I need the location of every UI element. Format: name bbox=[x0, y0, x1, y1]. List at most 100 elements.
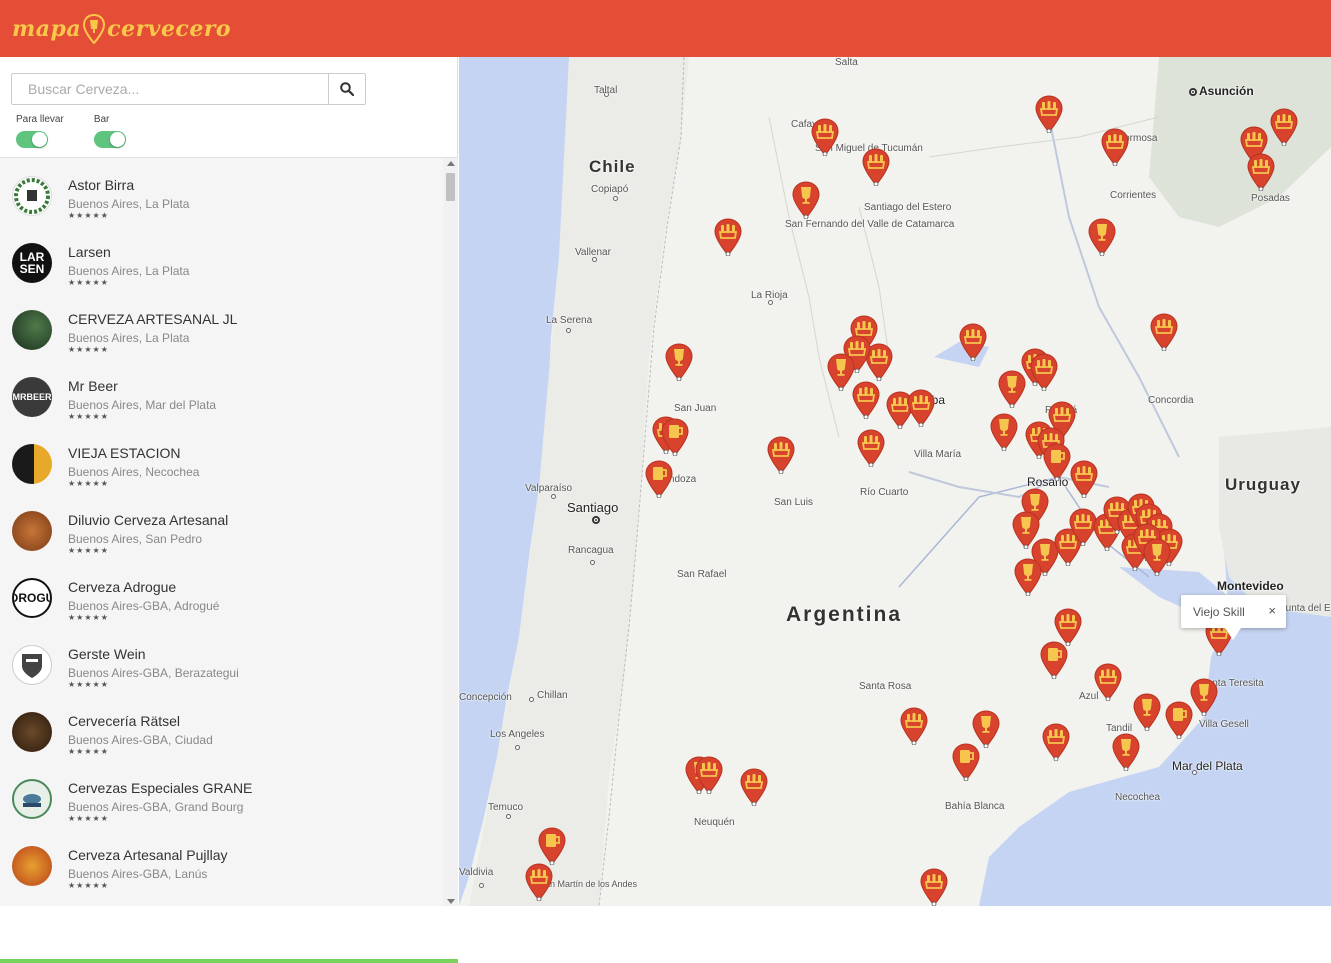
map-label-montevideo: Montevideo bbox=[1217, 579, 1284, 593]
map-label-uruguay: Uruguay bbox=[1225, 475, 1301, 494]
map-marker-beer-mug-icon[interactable] bbox=[645, 460, 673, 498]
map-marker-beer-crate-icon[interactable] bbox=[907, 389, 935, 427]
map-marker-beer-crate-icon[interactable] bbox=[811, 118, 839, 156]
map-marker-beer-glass-icon[interactable] bbox=[827, 353, 855, 391]
map-marker-beer-glass-icon[interactable] bbox=[998, 370, 1026, 408]
map-marker-beer-glass-icon[interactable] bbox=[1112, 733, 1140, 771]
brewery-list-item[interactable]: Astor Birra Buenos Aires, La Plata ★★★★★ bbox=[0, 158, 443, 225]
scroll-thumb[interactable] bbox=[446, 173, 455, 201]
map-marker-beer-crate-icon[interactable] bbox=[1150, 313, 1178, 351]
map-base bbox=[459, 57, 1331, 906]
brewery-avatar: DROGU bbox=[12, 578, 52, 618]
scroll-up-arrow-icon[interactable] bbox=[447, 161, 455, 166]
brewery-list-item[interactable]: MRBEER Mr Beer Buenos Aires, Mar del Pla… bbox=[0, 359, 443, 426]
rating-stars: ★★★★★ bbox=[68, 680, 109, 689]
map-marker-beer-crate-icon[interactable] bbox=[920, 868, 948, 906]
map-marker-beer-mug-icon[interactable] bbox=[661, 418, 689, 456]
map-label-bahia-blanca: Bahía Blanca bbox=[945, 801, 1005, 812]
brewery-list-item[interactable]: LAR SEN Larsen Buenos Aires, La Plata ★★… bbox=[0, 225, 443, 292]
map-marker-beer-crate-icon[interactable] bbox=[525, 863, 553, 901]
popup-close-button[interactable]: × bbox=[1268, 603, 1276, 618]
search-button[interactable] bbox=[328, 73, 366, 105]
brewery-list-item[interactable]: Cervecería Rätsel Buenos Aires-GBA, Ciud… bbox=[0, 694, 443, 761]
avatar-text: MRBEER bbox=[12, 392, 52, 402]
map-marker-beer-crate-icon[interactable] bbox=[852, 381, 880, 419]
map-marker-beer-crate-icon[interactable] bbox=[740, 768, 768, 806]
brewery-list-item[interactable]: Cervezas Especiales GRANE Buenos Aires-G… bbox=[0, 761, 443, 828]
map-marker-beer-glass-icon[interactable] bbox=[1190, 678, 1218, 716]
map-marker-beer-glass-icon[interactable] bbox=[665, 343, 693, 381]
map-marker-beer-crate-icon[interactable] bbox=[1035, 95, 1063, 133]
brewery-list-item[interactable]: Cerveza Artesanal Pujllay Buenos Aires-G… bbox=[0, 828, 443, 895]
brewery-list-item[interactable]: Diluvio Cerveza Artesanal Buenos Aires, … bbox=[0, 493, 443, 560]
brewery-list-item[interactable]: DROGU Cerveza Adrogue Buenos Aires-GBA, … bbox=[0, 560, 443, 627]
map-marker-beer-crate-icon[interactable] bbox=[1094, 663, 1122, 701]
filter-bar: Bar bbox=[93, 114, 126, 148]
map-label-villa-maria: Villa María bbox=[914, 449, 962, 460]
map-marker-beer-crate-icon[interactable] bbox=[714, 218, 742, 256]
search-icon bbox=[340, 82, 354, 96]
map-marker-beer-crate-icon[interactable] bbox=[959, 323, 987, 361]
brewery-avatar: LAR SEN bbox=[12, 243, 52, 283]
toggle-bar[interactable] bbox=[93, 131, 126, 148]
avatar-text: DROGU bbox=[14, 591, 52, 605]
brewery-location: Buenos Aires-GBA, Adrogué bbox=[68, 599, 220, 613]
list-scrollbar[interactable] bbox=[443, 158, 458, 906]
map-marker-beer-crate-icon[interactable] bbox=[1042, 723, 1070, 761]
map-label-mar-del-plata: Mar del Plata bbox=[1172, 759, 1243, 773]
map-marker-beer-mug-icon[interactable] bbox=[952, 743, 980, 781]
map-marker-beer-crate-icon[interactable] bbox=[767, 436, 795, 474]
rating-stars: ★★★★★ bbox=[68, 881, 109, 890]
map-dot-valdivia bbox=[479, 883, 484, 888]
map-info-popup: Viejo Skill × bbox=[1181, 595, 1286, 640]
map-marker-beer-crate-icon[interactable] bbox=[1030, 353, 1058, 391]
brewery-name: VIEJA ESTACION bbox=[68, 445, 181, 461]
map-marker-beer-mug-icon[interactable] bbox=[538, 827, 566, 865]
map-marker-beer-crate-icon[interactable] bbox=[1270, 108, 1298, 146]
map-marker-beer-mug-icon[interactable] bbox=[1165, 701, 1193, 739]
map-label-catamarca: San Fernando del Valle de Catamarca bbox=[785, 219, 955, 230]
scroll-down-arrow-icon[interactable] bbox=[447, 899, 455, 904]
map-dot-los-angeles bbox=[515, 745, 520, 750]
map-marker-beer-glass-icon[interactable] bbox=[1133, 693, 1161, 731]
map-marker-beer-crate-icon[interactable] bbox=[900, 707, 928, 745]
app-logo[interactable]: mapa cervecero bbox=[12, 12, 231, 46]
brewery-name: CERVEZA ARTESANAL JL bbox=[68, 311, 238, 327]
map-marker-beer-glass-icon[interactable] bbox=[1014, 558, 1042, 596]
map-marker-beer-crate-icon[interactable] bbox=[1101, 128, 1129, 166]
brewery-name: Cerveza Artesanal Pujllay bbox=[68, 847, 228, 863]
map-label-rancagua: Rancagua bbox=[568, 545, 614, 556]
map-dot-copiapo bbox=[613, 196, 618, 201]
map-marker-beer-glass-icon[interactable] bbox=[1143, 538, 1171, 576]
map-marker-beer-glass-icon[interactable] bbox=[990, 413, 1018, 451]
map-marker-beer-glass-icon[interactable] bbox=[1088, 218, 1116, 256]
map-marker-beer-mug-icon[interactable] bbox=[1040, 641, 1068, 679]
brewery-name: Diluvio Cerveza Artesanal bbox=[68, 512, 229, 528]
brewery-list-item[interactable]: CERVEZA ARTESANAL JL Buenos Aires, La Pl… bbox=[0, 292, 443, 359]
brewery-avatar bbox=[12, 712, 52, 752]
brewery-avatar bbox=[12, 846, 52, 886]
map-label-argentina: Argentina bbox=[786, 603, 903, 626]
brewery-location: Buenos Aires, San Pedro bbox=[68, 532, 203, 546]
brewery-list-item[interactable]: Gerste Wein Buenos Aires-GBA, Berazategu… bbox=[0, 627, 443, 694]
map-label-los-angeles: Los Angeles bbox=[490, 729, 545, 740]
filter-para-llevar: Para llevar bbox=[16, 114, 64, 148]
map-marker-beer-mug-icon[interactable] bbox=[1043, 443, 1071, 481]
map-view[interactable]: Chile Argentina Uruguay Asunción Montevi… bbox=[459, 57, 1331, 906]
map-marker-beer-glass-icon[interactable] bbox=[792, 181, 820, 219]
map-dot-temuco bbox=[506, 814, 511, 819]
map-marker-beer-crate-icon[interactable] bbox=[1070, 460, 1098, 498]
logo-text-mapa: mapa bbox=[12, 16, 82, 42]
search-input[interactable] bbox=[11, 73, 328, 105]
rating-stars: ★★★★★ bbox=[68, 211, 109, 220]
map-marker-beer-crate-icon[interactable] bbox=[857, 429, 885, 467]
brewery-avatar bbox=[12, 779, 52, 819]
map-marker-beer-crate-icon[interactable] bbox=[1247, 153, 1275, 191]
brewery-list-item[interactable]: VIEJA ESTACION Buenos Aires, Necochea ★★… bbox=[0, 426, 443, 493]
map-marker-beer-crate-icon[interactable] bbox=[695, 756, 723, 794]
map-marker-beer-crate-icon[interactable] bbox=[862, 148, 890, 186]
map-label-valparaiso: Valparaíso bbox=[525, 483, 573, 494]
map-label-chillan: Chillan bbox=[537, 690, 568, 701]
brewery-name: Cerveza Adrogue bbox=[68, 579, 177, 595]
toggle-para-llevar[interactable] bbox=[16, 131, 48, 148]
